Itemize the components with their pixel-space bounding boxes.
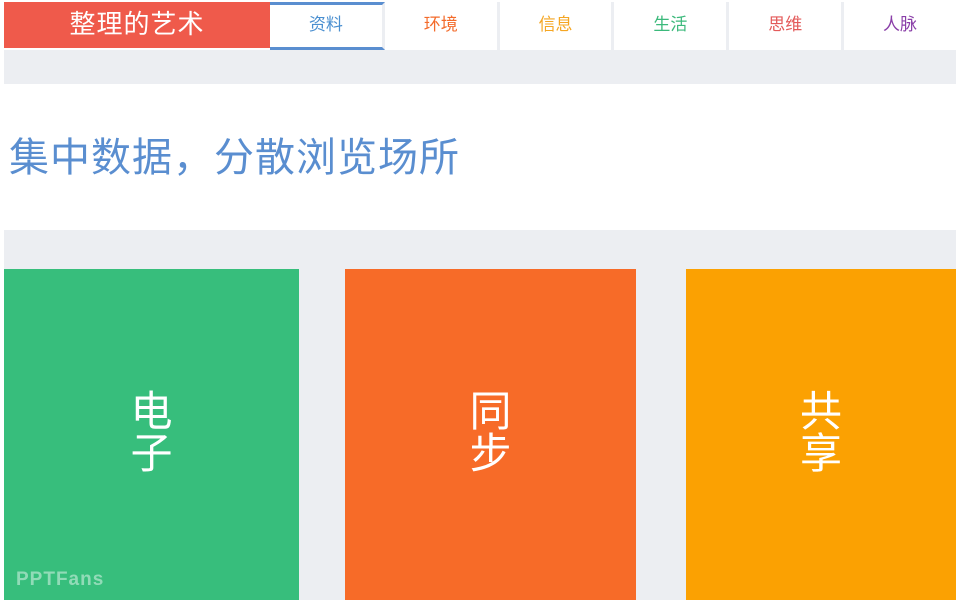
top-divider-band xyxy=(4,50,956,84)
nav-tabs: 资料 环境 信息 生活 思维 人脉 xyxy=(270,2,956,50)
tab-huanjing[interactable]: 环境 xyxy=(384,2,500,50)
tile-tongbu[interactable]: 同步 xyxy=(345,269,636,600)
tile-label: 共享 xyxy=(799,386,842,478)
watermark-logo: PPTFans xyxy=(16,569,105,590)
tab-renmai[interactable]: 人脉 xyxy=(844,2,956,50)
slide-canvas: 整理的艺术 资料 环境 信息 生活 思维 人脉 集中数据，分散浏览场所 电子 同… xyxy=(0,0,960,600)
page-heading: 集中数据，分散浏览场所 xyxy=(9,135,460,181)
tab-siwei[interactable]: 思维 xyxy=(729,2,845,50)
brand-title: 整理的艺术 xyxy=(4,2,270,48)
header-bar: 整理的艺术 资料 环境 信息 生活 思维 人脉 xyxy=(4,2,956,50)
tile-label: 同步 xyxy=(469,386,512,478)
tile-label: 电子 xyxy=(130,386,173,478)
tab-xinxi[interactable]: 信息 xyxy=(499,2,615,50)
tile-gongxiang[interactable]: 共享 xyxy=(686,269,956,600)
tab-ziliao[interactable]: 资料 xyxy=(270,2,385,50)
tab-shenghuo[interactable]: 生活 xyxy=(614,2,730,50)
tile-dianzi[interactable]: 电子 xyxy=(4,269,299,600)
